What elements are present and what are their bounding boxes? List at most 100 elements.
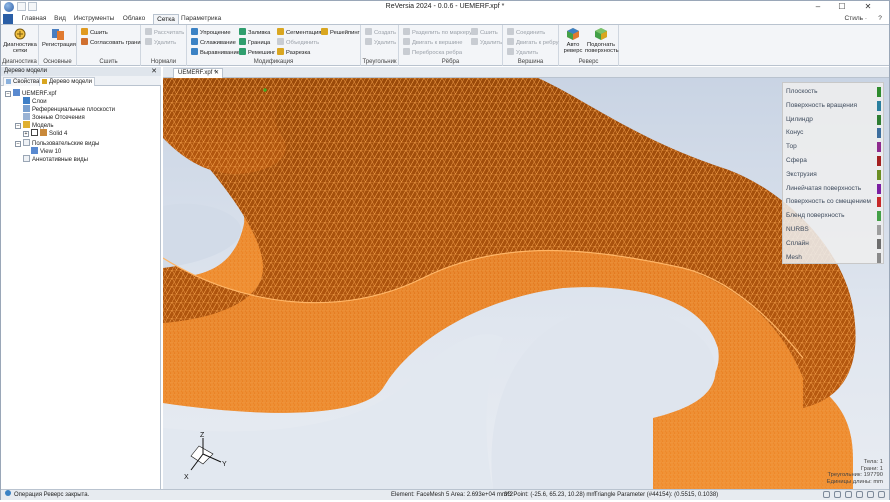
ortho-icon[interactable] [845,491,852,498]
registration-button[interactable]: Регистрация [42,27,76,48]
cut-button[interactable]: Разрезка [277,48,310,56]
tab-tools[interactable]: Инструменты [73,14,115,24]
snap-icon[interactable] [823,491,830,498]
ribbon-tabs: Главная Вид Инструменты Облако Сетка Пар… [1,13,889,24]
smooth-label: Сглаживание [200,40,236,46]
file-menu-button[interactable] [3,14,13,24]
simplify-icon [191,28,198,35]
maximize-button[interactable]: ☐ [831,1,853,13]
smooth-button[interactable]: Сглаживание [191,38,236,46]
legend-item: Экструзия [786,170,817,180]
legend-color-swatch [877,142,881,153]
align-button[interactable]: Выравнивание [191,48,240,56]
group-diagnostics: Диагностика сетки Диагностика [1,25,39,66]
help-button[interactable]: ? [875,14,885,24]
close-tab-icon[interactable]: ✕ [214,69,219,78]
view-cube-icon[interactable] [856,491,863,498]
sew-label: Сшить [90,30,108,36]
legend-item-label: Поверхность со смещением [786,198,871,206]
tab-mesh[interactable]: Сетка [153,14,179,24]
tree-node-solid[interactable]: + Solid 4 [23,129,67,137]
mesh-render[interactable]: Z Y X [163,78,889,489]
sew-button[interactable]: Сшить [81,28,108,36]
delete-normals-button[interactable]: Удалить [145,38,176,46]
tab-cloud[interactable]: Облако [119,14,149,24]
mesh-diagnostics-button[interactable]: Диагностика сетки [3,27,37,54]
surface-type-legend: Плоскость Поверхность вращения Цилиндр Кону… [782,82,884,264]
match-faces-label: Согласовать грани [90,40,141,46]
fill-label: Заливка [248,30,271,36]
collapse-icon[interactable]: – [15,123,21,129]
tree-node-model[interactable]: – Модель [15,121,54,129]
join-vertex-button[interactable]: Соединить [507,28,545,36]
minimize-button[interactable]: – [807,1,829,13]
segmentation-button[interactable]: Сегментация [277,28,321,36]
join-vertex-label: Соединить [516,30,546,36]
display-mode-icon[interactable] [867,491,874,498]
remesh-button[interactable]: Ремешинг [239,48,275,56]
status-3d-point: 3D Point: (-25.6, 65.23, 10.28) mm [504,492,597,498]
close-button[interactable]: ✕ [857,1,879,13]
reshaping-icon [321,28,328,35]
align-icon [191,48,198,55]
section-icon [23,113,30,120]
tree-node-section-zones[interactable]: Зонные Отсечения [23,113,85,121]
calc-normals-button[interactable]: Рассчитать [145,28,184,36]
group-label: Основные [43,59,72,65]
edge-delete-button[interactable]: Удалить [471,38,502,46]
collapse-icon[interactable]: – [15,141,21,147]
legend-color-swatch [877,169,881,180]
split-by-marker-button[interactable]: Разделить по маркеру [403,28,472,36]
create-triangle-button[interactable]: Создать [365,28,396,36]
checkbox-icon[interactable] [31,129,38,136]
tab-home[interactable]: Главная [19,14,49,24]
tree-node-view[interactable]: View 10 [31,147,61,155]
flip-edge-button[interactable]: Переброска ребра [403,48,462,56]
collapse-icon[interactable]: – [5,91,11,97]
tree-node-annotation-views[interactable]: Аннотативные виды [23,155,88,163]
tree-node-file[interactable]: – UEMERF.xpf [5,89,56,97]
tab-model-tree[interactable]: Дерево модели [39,77,96,86]
move-to-edge-button[interactable]: Двигать к ребру [507,38,559,46]
join-vertex-icon [507,28,514,35]
group-modify: Упрощение Сглаживание Выравнивание Залив… [187,25,361,66]
mesh-diagnostics-label: Диагностика сетки [3,42,37,54]
layers-icon [23,97,30,104]
delete-triangle-button[interactable]: Удалить [365,38,396,46]
edge-sew-button[interactable]: Сшить [471,28,498,36]
tree-node-user-views[interactable]: – Пользовательские виды [15,139,99,147]
tab-parametric[interactable]: Параметрика [181,14,221,24]
vertex-delete-button[interactable]: Удалить [507,48,538,56]
match-faces-button[interactable]: Согласовать грани [81,38,141,46]
panel-close-icon[interactable]: ✕ [151,67,157,76]
tree-node-ref-planes[interactable]: Референциальные плоскости [23,105,115,113]
group-vertex: Соединить Двигать к ребру Удалить Вершин… [503,25,559,66]
group-label: Треугольник [362,59,397,65]
group-label: Модификация [253,59,294,65]
merge-button[interactable]: Объединить [277,38,319,46]
stethoscope-icon [14,28,26,40]
style-selector[interactable]: Стиль · [845,15,867,22]
auto-reverse-button[interactable]: Авто реверс [562,27,584,54]
legend-color-swatch [877,100,881,111]
simplify-button[interactable]: Упрощение [191,28,231,36]
legend-item: Поверхность вращения [786,101,857,111]
calc-normals-icon [145,28,152,35]
legend-item: Поверхность со смещением [786,197,871,207]
tab-properties[interactable]: Свойства [3,77,43,86]
3d-viewport[interactable]: Z Y X Плоскость Поверхность вращения Цилин… [163,78,889,489]
grid-icon[interactable] [834,491,841,498]
fit-surface-button[interactable]: Подогнать поверхность [585,27,619,54]
move-to-vertex-button[interactable]: Двигать к вершине [403,38,463,46]
tab-view[interactable]: Вид [51,14,69,24]
expand-icon[interactable]: + [23,131,29,137]
legend-item: Тор [786,142,797,152]
ribbon-panel: Диагностика сетки Диагностика Регистраци… [1,24,889,66]
border-button[interactable]: Граница [239,38,270,46]
reshaping-button[interactable]: Решейпинг [321,28,360,36]
document-tab[interactable]: UEMERF.xpf * ✕ [173,68,223,78]
fill-button[interactable]: Заливка [239,28,270,36]
delete-triangle-label: Удалить [374,40,397,46]
settings-icon[interactable] [878,491,885,498]
tree-node-layers[interactable]: Слои [23,97,47,105]
